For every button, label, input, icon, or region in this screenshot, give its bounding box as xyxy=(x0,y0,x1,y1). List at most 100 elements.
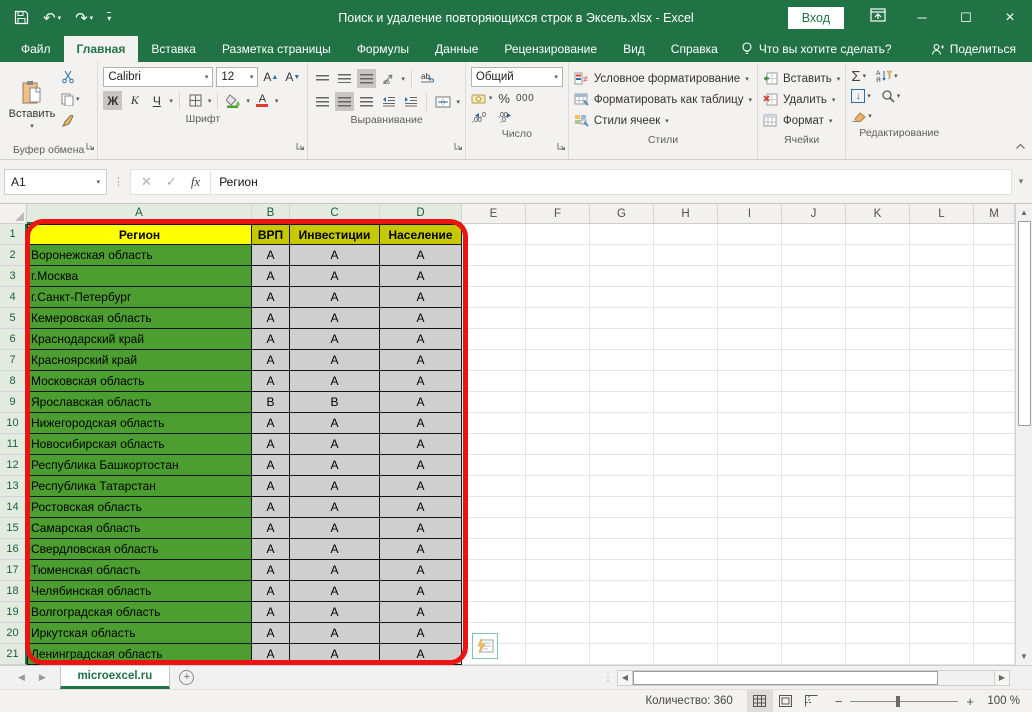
cell-B21[interactable]: А xyxy=(252,644,290,665)
cell-G5[interactable] xyxy=(590,308,654,329)
cell-E18[interactable] xyxy=(462,581,526,602)
cell-J17[interactable] xyxy=(782,560,846,581)
tab-Файл[interactable]: Файл xyxy=(8,36,64,62)
underline-dropdown-arrow[interactable]: ▾ xyxy=(169,97,173,105)
cell-J5[interactable] xyxy=(782,308,846,329)
cell-C12[interactable]: А xyxy=(290,455,380,476)
cell-C4[interactable]: А xyxy=(290,287,380,308)
cell-A9[interactable]: Ярославская область xyxy=(27,392,252,413)
cell-M2[interactable] xyxy=(974,245,1015,266)
cell-G8[interactable] xyxy=(590,371,654,392)
cell-I10[interactable] xyxy=(718,413,782,434)
zoom-in-button[interactable]: + xyxy=(966,694,974,709)
cell-H16[interactable] xyxy=(654,539,718,560)
cell-K10[interactable] xyxy=(846,413,910,434)
cell-C9[interactable]: В xyxy=(290,392,380,413)
cell-I18[interactable] xyxy=(718,581,782,602)
tab-Вставка[interactable]: Вставка xyxy=(138,36,209,62)
cell-M18[interactable] xyxy=(974,581,1015,602)
sheet-prev-icon[interactable]: ◀ xyxy=(18,672,25,683)
cell-F4[interactable] xyxy=(526,287,590,308)
row-header-18[interactable]: 18 xyxy=(0,581,27,602)
font-name-combo[interactable]: Calibri▾ xyxy=(103,67,213,87)
cell-L14[interactable] xyxy=(910,497,974,518)
row-header-6[interactable]: 6 xyxy=(0,329,27,350)
format-as-table-button[interactable]: Форматировать как таблицу▾ xyxy=(574,89,752,110)
scroll-right-icon[interactable]: ▶ xyxy=(994,670,1010,686)
cell-G20[interactable] xyxy=(590,623,654,644)
cell-L7[interactable] xyxy=(910,350,974,371)
select-all-button[interactable] xyxy=(0,204,27,224)
insert-cells-button[interactable]: Вставить▾ xyxy=(763,68,840,89)
close-button[interactable]: × xyxy=(988,0,1032,35)
cell-C1[interactable]: Инвестиции xyxy=(290,224,380,245)
cell-D4[interactable]: А xyxy=(380,287,462,308)
cell-G9[interactable] xyxy=(590,392,654,413)
cell-A12[interactable]: Республика Башкортостан xyxy=(27,455,252,476)
row-header-7[interactable]: 7 xyxy=(0,350,27,371)
cell-L9[interactable] xyxy=(910,392,974,413)
cell-F20[interactable] xyxy=(526,623,590,644)
cell-M3[interactable] xyxy=(974,266,1015,287)
redo-icon[interactable]: ↷▾ xyxy=(75,9,93,27)
cell-M15[interactable] xyxy=(974,518,1015,539)
cell-F7[interactable] xyxy=(526,350,590,371)
fill-color-button[interactable] xyxy=(224,91,243,110)
zoom-slider-thumb[interactable] xyxy=(896,696,900,707)
grow-font-button[interactable]: A▲ xyxy=(261,68,280,87)
cell-E5[interactable] xyxy=(462,308,526,329)
row-header-17[interactable]: 17 xyxy=(0,560,27,581)
cell-I16[interactable] xyxy=(718,539,782,560)
align-right-button[interactable] xyxy=(357,92,376,111)
conditional-formatting-button[interactable]: ≠ Условное форматирование▾ xyxy=(574,68,752,89)
signin-button[interactable]: Вход xyxy=(788,7,844,29)
cell-A20[interactable]: Иркутская область xyxy=(27,623,252,644)
cell-H21[interactable] xyxy=(654,644,718,665)
cell-D16[interactable]: А xyxy=(380,539,462,560)
cell-D9[interactable]: А xyxy=(380,392,462,413)
cell-A16[interactable]: Свердловская область xyxy=(27,539,252,560)
cell-G2[interactable] xyxy=(590,245,654,266)
column-header-M[interactable]: M xyxy=(974,204,1015,224)
cell-C16[interactable]: А xyxy=(290,539,380,560)
cell-D5[interactable]: А xyxy=(380,308,462,329)
cell-F6[interactable] xyxy=(526,329,590,350)
italic-button[interactable]: К xyxy=(125,91,144,110)
scroll-up-icon[interactable]: ▲ xyxy=(1016,204,1032,221)
customize-qat-icon[interactable]: ▾ xyxy=(107,12,111,23)
cell-E7[interactable] xyxy=(462,350,526,371)
cell-G11[interactable] xyxy=(590,434,654,455)
row-header-3[interactable]: 3 xyxy=(0,266,27,287)
cell-M7[interactable] xyxy=(974,350,1015,371)
cell-D19[interactable]: А xyxy=(380,602,462,623)
copy-button[interactable]: ▾ xyxy=(61,91,80,107)
cell-I6[interactable] xyxy=(718,329,782,350)
cell-G7[interactable] xyxy=(590,350,654,371)
cell-M10[interactable] xyxy=(974,413,1015,434)
tab-Вид[interactable]: Вид xyxy=(610,36,658,62)
cell-M16[interactable] xyxy=(974,539,1015,560)
cell-K4[interactable] xyxy=(846,287,910,308)
cell-K13[interactable] xyxy=(846,476,910,497)
cell-E2[interactable] xyxy=(462,245,526,266)
cell-B16[interactable]: А xyxy=(252,539,290,560)
cell-J4[interactable] xyxy=(782,287,846,308)
cell-M21[interactable] xyxy=(974,644,1015,665)
cell-I14[interactable] xyxy=(718,497,782,518)
alignment-dialog-launcher-icon[interactable] xyxy=(454,138,463,156)
align-bottom-button[interactable] xyxy=(357,69,376,88)
cell-K2[interactable] xyxy=(846,245,910,266)
ribbon-display-options-icon[interactable] xyxy=(870,8,886,27)
cell-A21[interactable]: Ленинградская область xyxy=(27,644,252,665)
page-break-view-button[interactable] xyxy=(799,690,825,712)
cell-C15[interactable]: А xyxy=(290,518,380,539)
cell-J6[interactable] xyxy=(782,329,846,350)
cell-K11[interactable] xyxy=(846,434,910,455)
cell-L13[interactable] xyxy=(910,476,974,497)
cell-B19[interactable]: А xyxy=(252,602,290,623)
cell-L3[interactable] xyxy=(910,266,974,287)
cell-L6[interactable] xyxy=(910,329,974,350)
cell-H17[interactable] xyxy=(654,560,718,581)
cell-I21[interactable] xyxy=(718,644,782,665)
cell-G4[interactable] xyxy=(590,287,654,308)
